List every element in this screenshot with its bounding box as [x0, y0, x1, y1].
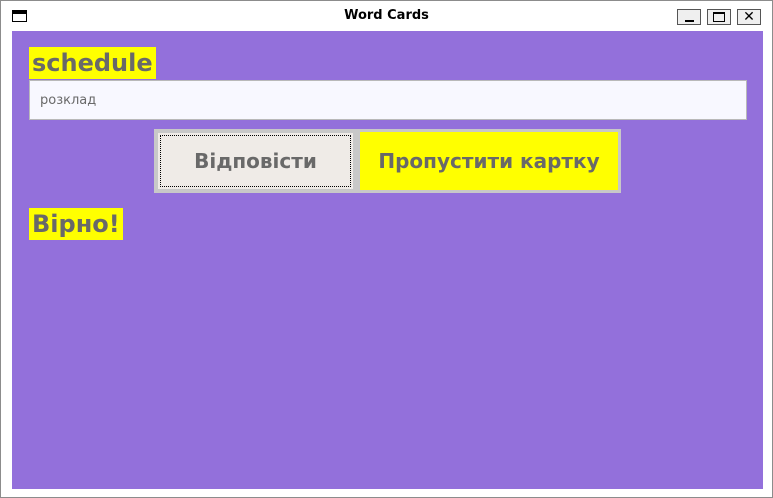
answer-input[interactable] [29, 80, 747, 120]
app-window: Word Cards ✕ schedule Відповісти Пропуст… [0, 0, 773, 498]
window-title: Word Cards [344, 8, 429, 23]
word-label: schedule [29, 47, 156, 79]
close-icon: ✕ [743, 9, 755, 25]
minimize-icon [684, 19, 694, 22]
minimize-button[interactable] [677, 9, 701, 25]
maximize-button[interactable] [707, 9, 731, 25]
skip-card-button[interactable]: Пропустити картку [357, 129, 621, 193]
skip-card-button-label: Пропустити картку [378, 149, 600, 173]
main-panel: schedule Відповісти Пропустити картку Ві… [12, 31, 763, 489]
result-label: Вірно! [29, 208, 123, 240]
maximize-icon [713, 12, 725, 22]
answer-button-label: Відповісти [194, 149, 317, 173]
close-button[interactable]: ✕ [737, 9, 761, 25]
title-bar[interactable]: Word Cards ✕ [1, 1, 772, 31]
answer-button[interactable]: Відповісти [154, 129, 357, 193]
